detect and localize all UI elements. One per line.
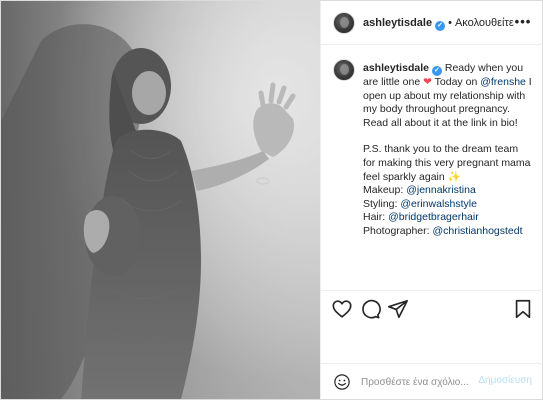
following-button[interactable]: Ακολουθείτε [455,17,514,29]
header-user-line: ashleytisdale ✓ • Ακολουθείτε [363,17,514,31]
separator-dot: • [448,17,452,29]
comment-bar: Δημοσίευση [321,363,543,399]
paper-plane-icon[interactable] [387,298,409,320]
caption-username[interactable]: ashleytisdale [363,62,429,74]
sparkles-emoji-icon: ✨ [447,170,461,183]
heart-icon[interactable] [331,298,353,320]
mention-hair[interactable]: @bridgetbragerhair [388,211,479,223]
action-bar [321,290,543,330]
more-options-icon[interactable]: ••• [514,13,532,31]
bookmark-icon[interactable] [512,298,534,320]
photo-artwork [1,1,320,399]
caption-text: ashleytisdale ✓ Ready when you are little… [363,62,533,239]
comment-icon[interactable] [359,298,381,320]
hair-label: Hair: [363,211,389,224]
photographer-label: Photographer: [363,224,433,237]
emoji-icon[interactable] [333,373,351,391]
post-photo[interactable] [1,1,320,399]
makeup-label: Makeup: [363,184,407,197]
styling-label: Styling: [363,197,401,210]
mention-makeup[interactable]: @jennakristina [406,184,476,196]
mention-styling[interactable]: @erinwalshstyle [400,198,477,210]
post-comment-button[interactable]: Δημοσίευση [478,375,532,386]
mention-frenshe[interactable]: @frenshe [480,76,526,88]
caption-area: ashleytisdale ✓ Ready when you are little… [321,45,543,290]
post-side-panel: ashleytisdale ✓ • Ακολουθείτε ••• ashleytis… [320,1,543,399]
username-link[interactable]: ashleytisdale [363,17,432,29]
caption-ps: P.S. thank you to the dream team for mak… [363,143,533,238]
mention-photographer[interactable]: @christianhogstedt [432,225,522,237]
avatar[interactable] [333,12,355,34]
caption-part-2: Today on [431,76,481,88]
verified-icon: ✓ [431,66,442,76]
red-heart-emoji-icon: ❤ [423,76,432,88]
caption-avatar[interactable] [333,59,355,81]
instagram-post: ashleytisdale ✓ • Ακολουθείτε ••• ashleytis… [0,0,543,400]
post-header: ashleytisdale ✓ • Ακολουθείτε ••• [321,1,543,45]
comment-input[interactable] [361,374,491,390]
verified-icon: ✓ [435,21,446,31]
